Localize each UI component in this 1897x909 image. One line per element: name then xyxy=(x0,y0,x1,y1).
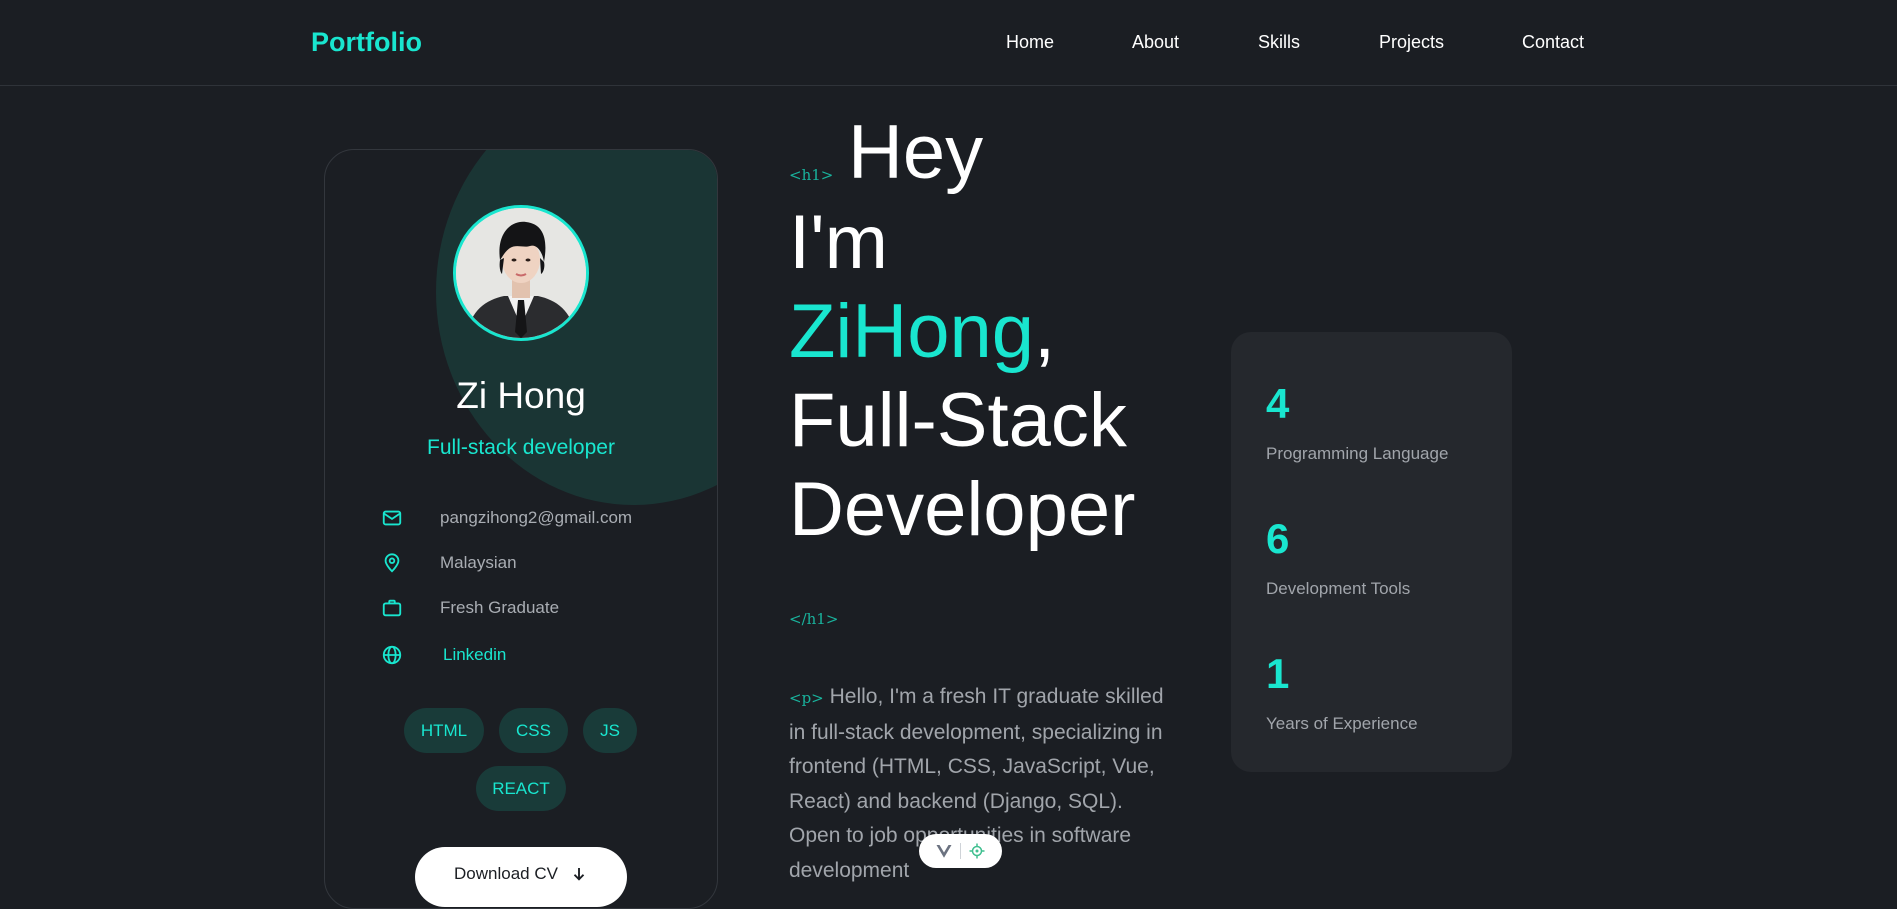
hero-line-hey: Hey xyxy=(848,110,984,195)
nav-link-skills[interactable]: Skills xyxy=(1258,32,1300,53)
skill-tag-js: JS xyxy=(583,708,637,753)
stats-card: 4 Programming Language 6 Development Too… xyxy=(1231,332,1512,772)
profile-card: Zi Hong Full-stack developer pangzihong2… xyxy=(324,149,718,909)
skill-tag-html: HTML xyxy=(404,708,484,753)
location-pin-icon xyxy=(384,553,400,573)
h1-open-tag: <h1> xyxy=(789,166,834,184)
download-cv-button[interactable]: Download CV xyxy=(415,847,627,907)
briefcase-icon xyxy=(382,599,402,617)
stat-label-languages: Programming Language xyxy=(1266,444,1449,463)
nationality-text: Malaysian xyxy=(440,553,517,572)
status-text: Fresh Graduate xyxy=(440,598,560,617)
toolbar-divider xyxy=(959,843,961,859)
nav-link-about[interactable]: About xyxy=(1132,32,1179,53)
hero-comma: , xyxy=(1034,289,1056,374)
p-open-tag: <p> xyxy=(789,689,824,707)
crosshair-icon[interactable] xyxy=(968,842,986,860)
stat-label-tools: Development Tools xyxy=(1266,579,1411,598)
skill-tag-css: CSS xyxy=(499,708,568,753)
globe-icon xyxy=(382,645,402,665)
stat-value-tools: 6 xyxy=(1266,515,1290,562)
mail-icon xyxy=(382,510,402,526)
nav-link-contact[interactable]: Contact xyxy=(1522,32,1584,53)
download-cv-label: Download CV xyxy=(454,864,558,883)
email-text: pangzihong2@gmail.com xyxy=(440,508,633,527)
arrow-down-icon xyxy=(573,868,585,881)
skill-tag-react: REACT xyxy=(476,766,566,811)
h1-close-tag: </h1> xyxy=(789,610,839,628)
stat-value-experience: 1 xyxy=(1266,650,1290,697)
hero-line-fullstack: Full-Stack xyxy=(789,378,1127,463)
profile-name: Zi Hong xyxy=(456,375,586,416)
hero-name-line: ZiHong, xyxy=(789,294,1055,370)
site-logo[interactable]: Portfolio xyxy=(311,27,422,58)
stat-label-experience: Years of Experience xyxy=(1266,714,1418,733)
nav-link-projects[interactable]: Projects xyxy=(1379,32,1444,53)
top-navbar: Portfolio Home About Skills Projects Con… xyxy=(0,0,1897,86)
vue-logo-icon[interactable] xyxy=(935,843,953,859)
hero-line-im: I'm xyxy=(789,200,888,285)
linkedin-link[interactable]: Linkedin xyxy=(443,645,506,665)
nav-link-home[interactable]: Home xyxy=(1006,32,1054,53)
stat-value-languages: 4 xyxy=(1266,380,1290,427)
profile-role: Full-stack developer xyxy=(427,436,615,459)
hero-name: ZiHong xyxy=(789,289,1034,374)
floating-devtools-toolbar xyxy=(919,834,1002,868)
profile-photo xyxy=(456,208,586,338)
avatar xyxy=(453,205,589,341)
hero-line-developer: Developer xyxy=(789,467,1136,552)
